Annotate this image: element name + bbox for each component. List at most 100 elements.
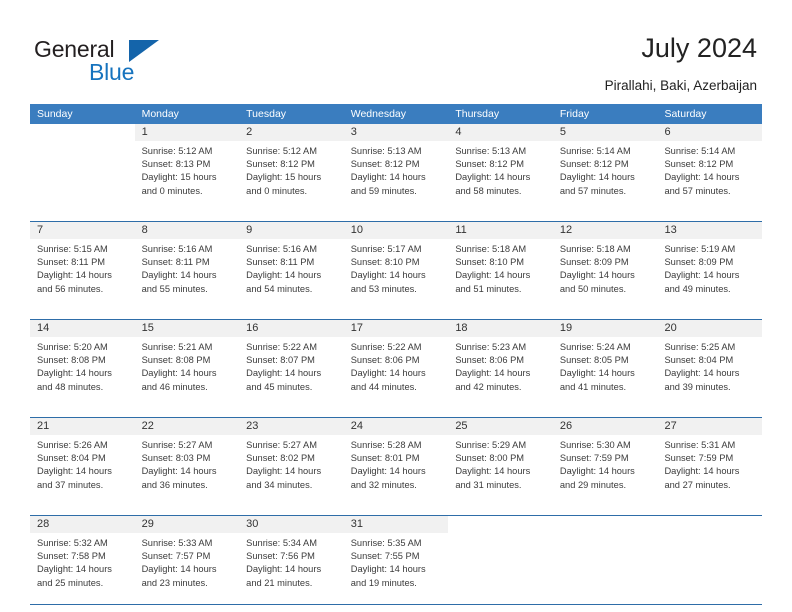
sunset-text: Sunset: 8:04 PM: [664, 355, 734, 366]
calendar-day-cell[interactable]: 11 Sunrise: 5:18 AM Sunset: 8:10 PM Dayligh…: [448, 222, 553, 310]
sunset-text: Sunset: 8:06 PM: [350, 355, 420, 366]
day-sun-info: Sunrise: 5:14 AM Sunset: 8:12 PM Daylight:…: [657, 141, 762, 198]
calendar-day-cell[interactable]: 17 Sunrise: 5:22 AM Sunset: 8:06 PM Dayligh…: [343, 320, 449, 408]
day-sun-info: Sunrise: 5:34 AM Sunset: 7:56 PM Daylight:…: [239, 533, 344, 590]
calendar-day-cell[interactable]: 18 Sunrise: 5:23 AM Sunset: 8:06 PM Dayligh…: [448, 320, 553, 408]
day-sun-info: Sunrise: 5:32 AM Sunset: 7:58 PM Daylight:…: [30, 533, 135, 590]
sunrise-text: Sunrise: 5:14 AM: [664, 146, 736, 156]
calendar-day-cell[interactable]: 14 Sunrise: 5:20 AM Sunset: 8:08 PM Dayligh…: [30, 320, 135, 408]
calendar-day-cell[interactable]: 9 Sunrise: 5:16 AM Sunset: 8:11 PM Daylight…: [239, 222, 344, 310]
daylight-text-line2: and 39 minutes.: [664, 381, 731, 392]
daylight-text-line1: Daylight: 14 hours: [559, 368, 635, 379]
daylight-text-line2: and 21 minutes.: [246, 577, 313, 588]
day-sun-info: Sunrise: 5:29 AM Sunset: 8:00 PM Daylight:…: [448, 435, 553, 492]
calendar-day-cell[interactable]: 6 Sunrise: 5:14 AM Sunset: 8:12 PM Daylight…: [657, 124, 763, 212]
day-sun-info: Sunrise: 5:15 AM Sunset: 8:11 PM Daylight:…: [30, 239, 135, 296]
calendar-day-cell[interactable]: 30 Sunrise: 5:34 AM Sunset: 7:56 PM Dayligh…: [239, 516, 344, 604]
page-subtitle-location: Pirallahi, Baki, Azerbaijan: [604, 78, 757, 93]
calendar-day-cell[interactable]: 10 Sunrise: 5:17 AM Sunset: 8:10 PM Dayligh…: [343, 222, 449, 310]
daylight-text-line2: and 55 minutes.: [141, 283, 208, 294]
daylight-text-line2: and 19 minutes.: [350, 577, 417, 588]
day-sun-info: Sunrise: 5:25 AM Sunset: 8:04 PM Daylight:…: [657, 337, 762, 394]
day-number: 4: [448, 124, 553, 141]
calendar-day-cell[interactable]: 7 Sunrise: 5:15 AM Sunset: 8:11 PM Daylight…: [30, 222, 135, 310]
day-number: 17: [343, 320, 449, 337]
calendar-day-cell[interactable]: 31 Sunrise: 5:35 AM Sunset: 7:55 PM Dayligh…: [343, 516, 449, 604]
week-row-spacer: [30, 212, 762, 221]
sunset-text: Sunset: 8:02 PM: [246, 453, 315, 464]
daylight-text-line2: and 34 minutes.: [246, 479, 313, 490]
calendar-day-cell[interactable]: 24 Sunrise: 5:28 AM Sunset: 8:01 PM Dayligh…: [343, 418, 449, 506]
calendar-day-cell[interactable]: 28 Sunrise: 5:32 AM Sunset: 7:58 PM Dayligh…: [30, 516, 135, 604]
sunset-text: Sunset: 7:57 PM: [141, 551, 211, 562]
calendar-day-cell[interactable]: 4 Sunrise: 5:13 AM Sunset: 8:12 PM Daylight…: [448, 124, 553, 212]
calendar-day-cell[interactable]: 23 Sunrise: 5:27 AM Sunset: 8:02 PM Dayligh…: [239, 418, 344, 506]
calendar-week-row: 28 Sunrise: 5:32 AM Sunset: 7:58 PM Dayligh…: [30, 515, 763, 604]
calendar-day-cell[interactable]: 3 Sunrise: 5:13 AM Sunset: 8:12 PM Daylight…: [343, 124, 449, 212]
daylight-text-line1: Daylight: 14 hours: [246, 270, 322, 281]
daylight-text-line2: and 31 minutes.: [455, 479, 522, 490]
calendar-day-cell[interactable]: 15 Sunrise: 5:21 AM Sunset: 8:08 PM Dayligh…: [134, 320, 240, 408]
calendar-day-cell[interactable]: 26 Sunrise: 5:30 AM Sunset: 7:59 PM Dayligh…: [552, 418, 658, 506]
daylight-text-line1: Daylight: 15 hours: [246, 172, 322, 183]
week-row-spacer: [30, 310, 762, 319]
sunset-text: Sunset: 8:11 PM: [246, 257, 315, 268]
sunset-text: Sunset: 8:12 PM: [559, 159, 629, 170]
calendar-day-cell[interactable]: 5 Sunrise: 5:14 AM Sunset: 8:12 PM Daylight…: [552, 124, 658, 212]
daylight-text-line1: Daylight: 14 hours: [455, 172, 531, 183]
day-sun-info: Sunrise: 5:35 AM Sunset: 7:55 PM Daylight:…: [344, 533, 449, 590]
day-number: 27: [657, 418, 763, 435]
daylight-text-line2: and 53 minutes.: [350, 283, 417, 294]
sunrise-text: Sunrise: 5:16 AM: [141, 244, 213, 254]
day-sun-info: Sunrise: 5:27 AM Sunset: 8:02 PM Daylight:…: [239, 435, 344, 492]
sunrise-text: Sunrise: 5:13 AM: [350, 146, 422, 156]
daylight-text-line1: Daylight: 14 hours: [559, 270, 635, 281]
sunrise-text: Sunrise: 5:22 AM: [350, 342, 422, 352]
sunset-text: Sunset: 8:01 PM: [350, 453, 420, 464]
weekday-header-thursday: Thursday: [455, 108, 500, 120]
weekday-header-sunday: Sunday: [37, 108, 73, 120]
calendar-day-cell[interactable]: 13 Sunrise: 5:19 AM Sunset: 8:09 PM Dayligh…: [657, 222, 763, 310]
weekday-header-saturday: Saturday: [664, 108, 707, 120]
calendar-day-cell[interactable]: 22 Sunrise: 5:27 AM Sunset: 8:03 PM Dayligh…: [134, 418, 240, 506]
calendar-day-cell[interactable]: 19 Sunrise: 5:24 AM Sunset: 8:05 PM Dayligh…: [552, 320, 658, 408]
daylight-text-line2: and 58 minutes.: [455, 185, 522, 196]
weekday-header-tuesday: Tuesday: [246, 108, 287, 120]
daylight-text-line1: Daylight: 14 hours: [37, 368, 112, 379]
calendar-day-cell[interactable]: 1 Sunrise: 5:12 AM Sunset: 8:13 PM Daylight…: [134, 124, 240, 212]
day-sun-info: Sunrise: 5:30 AM Sunset: 7:59 PM Daylight:…: [553, 435, 658, 492]
sunset-text: Sunset: 7:55 PM: [350, 551, 420, 562]
calendar-week-row: 1 Sunrise: 5:12 AM Sunset: 8:13 PM Daylight…: [30, 124, 763, 212]
day-number: 12: [552, 222, 658, 239]
calendar-day-cell[interactable]: 27 Sunrise: 5:31 AM Sunset: 7:59 PM Dayligh…: [657, 418, 763, 506]
daylight-text-line2: and 50 minutes.: [559, 283, 627, 294]
sunset-text: Sunset: 8:13 PM: [141, 159, 211, 170]
calendar-day-cell[interactable]: 29 Sunrise: 5:33 AM Sunset: 7:57 PM Dayligh…: [134, 516, 240, 604]
day-sun-info: Sunrise: 5:18 AM Sunset: 8:10 PM Daylight:…: [448, 239, 553, 296]
day-number: 26: [552, 418, 658, 435]
calendar-day-cell[interactable]: 21 Sunrise: 5:26 AM Sunset: 8:04 PM Dayligh…: [30, 418, 135, 506]
sunrise-text: Sunrise: 5:35 AM: [350, 538, 422, 548]
calendar-day-cell[interactable]: 20 Sunrise: 5:25 AM Sunset: 8:04 PM Dayligh…: [657, 320, 763, 408]
day-number: [657, 516, 763, 533]
calendar-day-cell[interactable]: 2 Sunrise: 5:12 AM Sunset: 8:12 PM Daylight…: [239, 124, 344, 212]
calendar-day-cell[interactable]: 8 Sunrise: 5:16 AM Sunset: 8:11 PM Daylight…: [134, 222, 240, 310]
day-sun-info: Sunrise: 5:17 AM Sunset: 8:10 PM Daylight:…: [344, 239, 449, 296]
day-number: 20: [657, 320, 763, 337]
day-sun-info: Sunrise: 5:12 AM Sunset: 8:13 PM Daylight:…: [135, 141, 240, 198]
day-number: 1: [134, 124, 240, 141]
sunrise-text: Sunrise: 5:31 AM: [664, 440, 736, 450]
sunset-text: Sunset: 7:59 PM: [664, 453, 734, 464]
day-sun-info: Sunrise: 5:16 AM Sunset: 8:11 PM Daylight:…: [135, 239, 240, 296]
calendar-day-cell[interactable]: 25 Sunrise: 5:29 AM Sunset: 8:00 PM Dayligh…: [448, 418, 553, 506]
day-number: [448, 516, 553, 533]
daylight-text-line1: Daylight: 14 hours: [141, 564, 217, 575]
calendar-day-cell[interactable]: 16 Sunrise: 5:22 AM Sunset: 8:07 PM Dayligh…: [239, 320, 344, 408]
calendar-day-cell[interactable]: 12 Sunrise: 5:18 AM Sunset: 8:09 PM Dayligh…: [552, 222, 658, 310]
calendar-page: General Blue July 2024 Pirallahi, Baki, …: [0, 0, 792, 612]
calendar-grid: Sunday Monday Tuesday Wednesday Thursday…: [30, 104, 763, 605]
sunset-text: Sunset: 7:56 PM: [246, 551, 315, 562]
sunrise-text: Sunrise: 5:23 AM: [455, 342, 527, 352]
calendar-bottom-rule: [30, 604, 762, 605]
calendar-empty-cell: [552, 516, 658, 604]
